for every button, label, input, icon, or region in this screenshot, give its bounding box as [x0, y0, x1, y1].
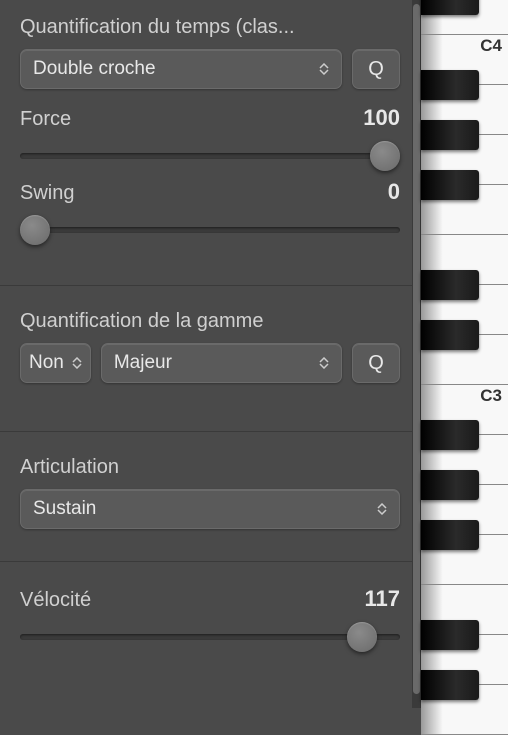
inspector-panel: Quantification du temps (clas... Double … [0, 0, 420, 708]
velocity-value: 117 [365, 586, 401, 612]
force-label: Force [20, 108, 71, 131]
divider [0, 285, 420, 286]
swing-value: 0 [388, 179, 400, 205]
chevron-updown-icon [72, 357, 82, 369]
black-key[interactable] [421, 520, 479, 550]
slider-track [20, 634, 400, 640]
scale-mode-select[interactable]: Majeur [101, 343, 342, 383]
quantize-scale-label: Quantification de la gamme [20, 310, 400, 333]
quantize-time-controls: Double croche Q [20, 49, 400, 89]
quantize-scale-button[interactable]: Q [352, 343, 400, 383]
black-key[interactable] [421, 120, 479, 150]
velocity-row: Vélocité 117 [20, 586, 400, 612]
chevron-updown-icon [319, 63, 329, 75]
articulation-section: Articulation Sustain [20, 456, 400, 537]
black-key[interactable] [421, 70, 479, 100]
slider-thumb[interactable] [20, 215, 50, 245]
quantize-scale-section: Quantification de la gamme Non Majeur Q [20, 310, 400, 407]
black-key[interactable] [421, 670, 479, 700]
quantize-time-button[interactable]: Q [352, 49, 400, 89]
swing-slider[interactable] [20, 215, 400, 245]
swing-label: Swing [20, 182, 74, 205]
quantize-scale-controls: Non Majeur Q [20, 343, 400, 383]
force-slider[interactable] [20, 141, 400, 171]
scale-root-select[interactable]: Non [20, 343, 91, 383]
chevron-updown-icon [319, 357, 329, 369]
piano-keyboard[interactable]: C4 C3 [420, 0, 508, 708]
velocity-section: Vélocité 117 [20, 586, 400, 668]
black-key[interactable] [421, 470, 479, 500]
key-label-c3: C3 [480, 386, 502, 406]
velocity-label: Vélocité [20, 589, 91, 612]
quantize-time-section: Quantification du temps (clas... Double … [20, 16, 400, 261]
velocity-slider[interactable] [20, 622, 400, 652]
slider-track [20, 153, 400, 159]
key-label-c4: C4 [480, 36, 502, 56]
force-value: 100 [363, 105, 400, 131]
force-row: Force 100 [20, 105, 400, 131]
black-key[interactable] [421, 170, 479, 200]
slider-thumb[interactable] [347, 622, 377, 652]
articulation-label: Articulation [20, 456, 400, 479]
black-key[interactable] [421, 620, 479, 650]
quantize-time-select[interactable]: Double croche [20, 49, 342, 89]
divider [0, 431, 420, 432]
slider-track [20, 227, 400, 233]
scrollbar[interactable] [412, 0, 420, 708]
divider [0, 561, 420, 562]
black-key[interactable] [421, 0, 479, 15]
scale-mode-value: Majeur [114, 352, 172, 374]
articulation-select[interactable]: Sustain [20, 489, 400, 529]
slider-thumb[interactable] [370, 141, 400, 171]
black-key[interactable] [421, 420, 479, 450]
chevron-updown-icon [377, 503, 387, 515]
quantize-time-label: Quantification du temps (clas... [20, 16, 400, 39]
articulation-value: Sustain [33, 498, 96, 520]
quantize-time-value: Double croche [33, 58, 156, 80]
scrollbar-thumb[interactable] [413, 4, 420, 694]
swing-row: Swing 0 [20, 179, 400, 205]
black-key[interactable] [421, 320, 479, 350]
scale-root-value: Non [29, 352, 64, 374]
black-key[interactable] [421, 270, 479, 300]
